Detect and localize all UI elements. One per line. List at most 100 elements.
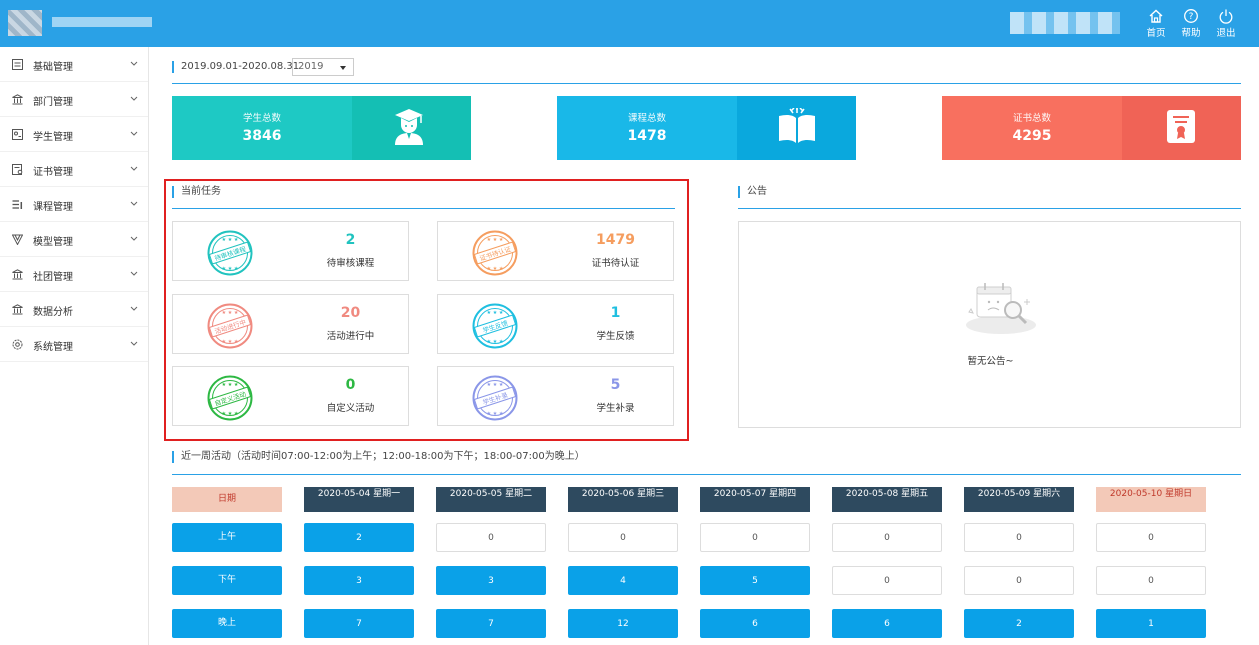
activity-count-cell[interactable]: 1 bbox=[1096, 609, 1206, 638]
activity-count-cell[interactable]: 0 bbox=[1096, 523, 1206, 552]
activity-count-cell[interactable]: 0 bbox=[568, 523, 678, 552]
certificate-icon bbox=[12, 164, 23, 175]
stat-label: 证书总数 bbox=[1012, 113, 1051, 124]
activity-count-cell[interactable]: 0 bbox=[1096, 566, 1206, 595]
svg-text:★ ★ ★: ★ ★ ★ bbox=[222, 411, 239, 417]
task-card-cert-pending[interactable]: 证书待认证 ★ ★ ★ ★ ★ ★ 1479 证书待认证 bbox=[437, 221, 674, 281]
activity-count-cell[interactable]: 0 bbox=[436, 523, 546, 552]
activity-count-cell[interactable]: 4 bbox=[568, 566, 678, 595]
stat-value: 1478 bbox=[627, 128, 667, 144]
logo bbox=[8, 10, 42, 36]
activity-count-cell[interactable]: 0 bbox=[832, 566, 942, 595]
task-card-pending-course[interactable]: 待审核课程 ★ ★ ★ ★ ★ ★ 2 待审核课程 bbox=[172, 221, 409, 281]
notice-panel: 暂无公告~ bbox=[738, 221, 1241, 428]
sidebar-item-label: 社团管理 bbox=[33, 272, 73, 283]
week-day-header: 2020-05-10 星期日 bbox=[1096, 487, 1206, 512]
chevron-down-icon bbox=[130, 61, 138, 66]
stat-label: 学生总数 bbox=[242, 113, 281, 124]
stamp-icon: 学生反馈★ ★ ★★ ★ ★ bbox=[472, 303, 518, 349]
activity-count-cell[interactable]: 7 bbox=[304, 609, 414, 638]
sidebar-item-analytics[interactable]: 数据分析 bbox=[0, 292, 148, 327]
stamp-icon: 自定义活动★ ★ ★★ ★ ★ bbox=[207, 375, 253, 421]
task-count: 1479 bbox=[596, 232, 635, 248]
activity-count-cell[interactable]: 2 bbox=[964, 609, 1074, 638]
sidebar-item-label: 基础管理 bbox=[33, 62, 73, 73]
task-label: 待审核课程 bbox=[326, 258, 375, 269]
task-card-activity-ongoing[interactable]: 活动进行中 ★ ★ ★ ★ ★ ★ 20 活动进行中 bbox=[172, 294, 409, 354]
activity-count-cell[interactable]: 7 bbox=[436, 609, 546, 638]
activity-count-cell[interactable]: 5 bbox=[700, 566, 810, 595]
task-card-student-supplement[interactable]: 学生补录 ★ ★ ★ ★ ★ ★ 5 学生补录 bbox=[437, 366, 674, 426]
task-count: 1 bbox=[610, 305, 621, 321]
svg-text:★ ★ ★: ★ ★ ★ bbox=[222, 266, 239, 272]
help-button[interactable]: ? 帮助 bbox=[1175, 8, 1207, 40]
certificate-icon bbox=[1167, 110, 1195, 143]
sidebar-item-label: 学生管理 bbox=[33, 132, 73, 143]
year-select[interactable]: 2019 bbox=[292, 58, 354, 76]
top-header: 首页 ? 帮助 退出 bbox=[0, 0, 1259, 47]
stamp-icon: 证书待认证★ ★ ★★ ★ ★ bbox=[472, 230, 518, 276]
empty-notice-illustration bbox=[966, 283, 1036, 334]
chevron-down-icon bbox=[130, 131, 138, 136]
divider bbox=[172, 474, 1241, 475]
logout-button[interactable]: 退出 bbox=[1210, 8, 1242, 40]
sidebar-item-basic[interactable]: 基础管理 bbox=[0, 47, 148, 82]
sidebar-item-label: 模型管理 bbox=[33, 237, 73, 248]
period-morning-label[interactable]: 上午 bbox=[172, 523, 282, 552]
sidebar-item-course[interactable]: 课程管理 bbox=[0, 187, 148, 222]
task-label: 证书待认证 bbox=[591, 258, 640, 269]
user-info-blurred bbox=[1010, 12, 1120, 34]
activity-count-cell[interactable]: 0 bbox=[964, 523, 1074, 552]
sidebar-item-system[interactable]: 系统管理 bbox=[0, 327, 148, 362]
sidebar-item-certificate[interactable]: 证书管理 bbox=[0, 152, 148, 187]
activity-count-cell[interactable]: 0 bbox=[700, 523, 810, 552]
activity-count-cell[interactable]: 6 bbox=[832, 609, 942, 638]
sidebar-item-label: 课程管理 bbox=[33, 202, 73, 213]
activity-count-cell[interactable]: 2 bbox=[304, 523, 414, 552]
task-count: 2 bbox=[345, 232, 356, 248]
sidebar-item-department[interactable]: 部门管理 bbox=[0, 82, 148, 117]
chevron-down-icon bbox=[130, 96, 138, 101]
book-icon bbox=[779, 108, 815, 143]
week-date-header: 日期 bbox=[172, 487, 282, 512]
activity-count-cell[interactable]: 6 bbox=[700, 609, 810, 638]
stat-value: 4295 bbox=[1012, 128, 1052, 144]
activity-count-cell[interactable]: 12 bbox=[568, 609, 678, 638]
svg-text:★ ★ ★: ★ ★ ★ bbox=[487, 382, 504, 388]
stamp-text: 自定义活动 bbox=[213, 389, 247, 408]
settings-icon bbox=[12, 339, 23, 350]
course-list-icon bbox=[12, 200, 23, 209]
task-count: 5 bbox=[610, 377, 621, 393]
divider bbox=[172, 83, 1241, 84]
tasks-title: 当前任务 bbox=[172, 186, 221, 198]
task-card-custom-activity[interactable]: 自定义活动 ★ ★ ★ ★ ★ ★ 0 自定义活动 bbox=[172, 366, 409, 426]
task-label: 活动进行中 bbox=[326, 331, 375, 342]
divider bbox=[172, 208, 675, 209]
period-evening-label[interactable]: 晚上 bbox=[172, 609, 282, 638]
activity-count-cell[interactable]: 0 bbox=[964, 566, 1074, 595]
list-icon bbox=[12, 59, 23, 70]
period-range: 2019.09.01-2020.08.31 bbox=[172, 61, 299, 73]
sidebar-item-model[interactable]: 模型管理 bbox=[0, 222, 148, 257]
stamp-icon: 待审核课程★ ★ ★★ ★ ★ bbox=[207, 230, 253, 276]
chevron-down-icon bbox=[130, 341, 138, 346]
notice-title: 公告 bbox=[738, 186, 767, 198]
activity-count-cell[interactable]: 3 bbox=[436, 566, 546, 595]
period-afternoon-label[interactable]: 下午 bbox=[172, 566, 282, 595]
week-day-header: 2020-05-07 星期四 bbox=[700, 487, 810, 512]
activity-count-cell[interactable]: 3 bbox=[304, 566, 414, 595]
sidebar-item-student[interactable]: 学生管理 bbox=[0, 117, 148, 152]
chevron-down-icon bbox=[130, 306, 138, 311]
chevron-down-icon bbox=[130, 271, 138, 276]
stamp-icon: 学生补录★ ★ ★★ ★ ★ bbox=[472, 375, 518, 421]
task-card-student-feedback[interactable]: 学生反馈 ★ ★ ★ ★ ★ ★ 1 学生反馈 bbox=[437, 294, 674, 354]
sidebar-item-club[interactable]: 社团管理 bbox=[0, 257, 148, 292]
activity-count-cell[interactable]: 0 bbox=[832, 523, 942, 552]
notice-empty-text: 暂无公告~ bbox=[967, 356, 1014, 367]
club-icon bbox=[12, 269, 23, 280]
week-day-header: 2020-05-08 星期五 bbox=[832, 487, 942, 512]
help-button-label: 帮助 bbox=[1181, 28, 1201, 39]
svg-text:★ ★ ★: ★ ★ ★ bbox=[222, 339, 239, 345]
sidebar-item-label: 系统管理 bbox=[33, 342, 73, 353]
home-button[interactable]: 首页 bbox=[1140, 8, 1172, 40]
